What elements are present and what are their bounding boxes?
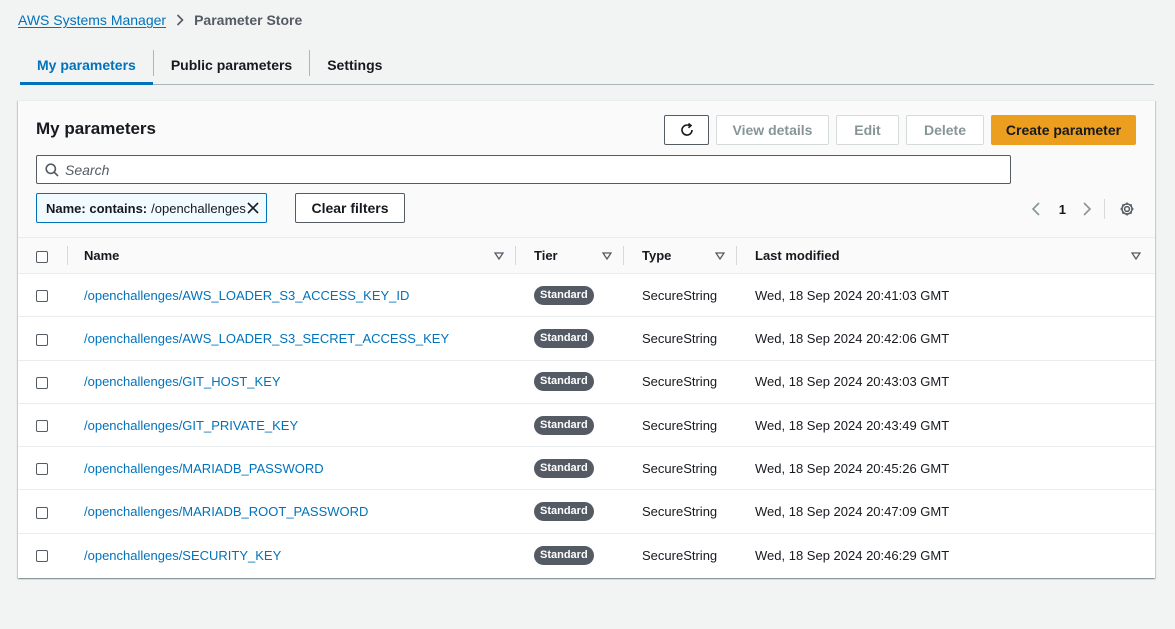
panel-header: My parameters View details Edit Delete C… bbox=[18, 101, 1155, 238]
create-parameter-button[interactable]: Create parameter bbox=[991, 115, 1136, 145]
column-label: Type bbox=[642, 248, 672, 263]
chevron-right-icon[interactable] bbox=[1082, 201, 1092, 217]
row-checkbox[interactable] bbox=[36, 290, 48, 303]
tier-badge: Standard bbox=[534, 502, 594, 522]
type-cell: SecureString bbox=[642, 460, 718, 476]
tier-badge: Standard bbox=[534, 415, 594, 435]
pagination: 1 bbox=[1031, 199, 1135, 219]
parameter-name-link[interactable]: /openchallenges/MARIADB_ROOT_PASSWORD bbox=[84, 504, 368, 519]
select-all-checkbox[interactable] bbox=[36, 250, 48, 263]
type-cell: SecureString bbox=[642, 504, 718, 520]
last-modified-cell: Wed, 18 Sep 2024 20:45:26 GMT bbox=[755, 460, 950, 476]
tier-badge: Standard bbox=[534, 458, 594, 478]
close-icon[interactable] bbox=[245, 200, 261, 216]
pager-divider bbox=[1104, 199, 1105, 219]
row-checkbox[interactable] bbox=[36, 376, 48, 389]
column-label: Tier bbox=[534, 248, 558, 263]
column-label: Last modified bbox=[755, 248, 840, 263]
last-modified-cell: Wed, 18 Sep 2024 20:43:03 GMT bbox=[755, 374, 950, 390]
type-cell: SecureString bbox=[642, 287, 718, 303]
tab-public-parameters[interactable]: Public parameters bbox=[154, 45, 309, 84]
table-row[interactable]: /openchallenges/MARIADB_ROOT_PASSWORD St… bbox=[18, 490, 1155, 534]
table-row[interactable]: /openchallenges/AWS_LOADER_S3_SECRET_ACC… bbox=[18, 317, 1155, 361]
gear-icon[interactable] bbox=[1119, 201, 1135, 217]
chevron-left-icon[interactable] bbox=[1031, 201, 1041, 217]
parameter-name-link[interactable]: /openchallenges/GIT_HOST_KEY bbox=[84, 374, 281, 389]
edit-button[interactable]: Edit bbox=[836, 115, 899, 145]
tier-badge: Standard bbox=[534, 328, 594, 348]
last-modified-cell: Wed, 18 Sep 2024 20:42:06 GMT bbox=[755, 330, 950, 346]
clear-filters-button[interactable]: Clear filters bbox=[295, 193, 405, 223]
parameter-name-link[interactable]: /openchallenges/SECURITY_KEY bbox=[84, 548, 281, 563]
refresh-icon bbox=[679, 122, 695, 138]
parameter-name-link[interactable]: /openchallenges/MARIADB_PASSWORD bbox=[84, 461, 324, 476]
sort-down-icon bbox=[494, 251, 504, 260]
table-header-row: Name Tier Type Last modified bbox=[18, 238, 1155, 274]
parameters-panel: My parameters View details Edit Delete C… bbox=[18, 100, 1155, 578]
type-cell: SecureString bbox=[642, 330, 718, 346]
filter-token-value: /openchallenges bbox=[151, 200, 246, 216]
tab-settings[interactable]: Settings bbox=[310, 45, 399, 84]
row-checkbox[interactable] bbox=[36, 420, 48, 433]
page-number[interactable]: 1 bbox=[1059, 202, 1066, 217]
row-checkbox[interactable] bbox=[36, 333, 48, 346]
select-all-cell bbox=[18, 238, 84, 274]
row-checkbox[interactable] bbox=[36, 550, 48, 563]
row-checkbox[interactable] bbox=[36, 463, 48, 476]
table-row[interactable]: /openchallenges/GIT_PRIVATE_KEY Standard… bbox=[18, 403, 1155, 447]
table-row[interactable]: /openchallenges/AWS_LOADER_S3_ACCESS_KEY… bbox=[18, 274, 1155, 317]
tab-my-parameters[interactable]: My parameters bbox=[20, 45, 153, 85]
delete-button[interactable]: Delete bbox=[906, 115, 984, 145]
last-modified-cell: Wed, 18 Sep 2024 20:41:03 GMT bbox=[755, 287, 950, 303]
search-input[interactable] bbox=[65, 161, 965, 178]
parameter-name-link[interactable]: /openchallenges/AWS_LOADER_S3_ACCESS_KEY… bbox=[84, 288, 409, 303]
refresh-button[interactable] bbox=[664, 115, 709, 145]
filter-token: Name: contains: /openchallenges bbox=[36, 193, 267, 223]
last-modified-cell: Wed, 18 Sep 2024 20:47:09 GMT bbox=[755, 504, 950, 520]
parameter-name-link[interactable]: /openchallenges/GIT_PRIVATE_KEY bbox=[84, 418, 298, 433]
chevron-right-icon bbox=[176, 14, 184, 26]
breadcrumb: AWS Systems Manager Parameter Store bbox=[18, 12, 302, 28]
column-header-tier[interactable]: Tier bbox=[516, 238, 624, 274]
search-icon bbox=[45, 162, 59, 177]
parameter-name-link[interactable]: /openchallenges/AWS_LOADER_S3_SECRET_ACC… bbox=[84, 331, 449, 346]
panel-title: My parameters bbox=[36, 119, 157, 138]
sort-down-icon bbox=[602, 251, 612, 260]
tier-badge: Standard bbox=[534, 372, 594, 392]
table-row[interactable]: /openchallenges/MARIADB_PASSWORD Standar… bbox=[18, 447, 1155, 490]
column-header-name[interactable]: Name bbox=[84, 238, 516, 274]
parameters-table: Name Tier Type Last modified /openchalle… bbox=[18, 238, 1155, 577]
type-cell: SecureString bbox=[642, 547, 718, 563]
breadcrumb-current: Parameter Store bbox=[194, 12, 303, 28]
view-details-button[interactable]: View details bbox=[716, 115, 829, 145]
row-checkbox[interactable] bbox=[36, 506, 48, 519]
type-cell: SecureString bbox=[642, 374, 718, 390]
table-row[interactable]: /openchallenges/GIT_HOST_KEY Standard Se… bbox=[18, 360, 1155, 404]
column-header-type[interactable]: Type bbox=[624, 238, 737, 274]
column-label: Name bbox=[84, 248, 120, 263]
tier-badge: Standard bbox=[534, 545, 594, 565]
tier-badge: Standard bbox=[534, 285, 594, 305]
last-modified-cell: Wed, 18 Sep 2024 20:43:49 GMT bbox=[755, 417, 950, 433]
table-row[interactable]: /openchallenges/SECURITY_KEY Standard Se… bbox=[18, 533, 1155, 576]
type-cell: SecureString bbox=[642, 417, 718, 433]
filter-token-key: Name: contains: bbox=[46, 200, 148, 216]
sort-down-icon bbox=[715, 251, 725, 260]
tab-bar: My parameters Public parameters Settings bbox=[20, 45, 1154, 85]
breadcrumb-link-systems-manager[interactable]: AWS Systems Manager bbox=[18, 12, 166, 28]
sort-down-icon bbox=[1131, 251, 1141, 260]
search-box bbox=[36, 155, 1011, 184]
column-header-last-modified[interactable]: Last modified bbox=[737, 238, 1155, 274]
last-modified-cell: Wed, 18 Sep 2024 20:46:29 GMT bbox=[755, 547, 950, 563]
